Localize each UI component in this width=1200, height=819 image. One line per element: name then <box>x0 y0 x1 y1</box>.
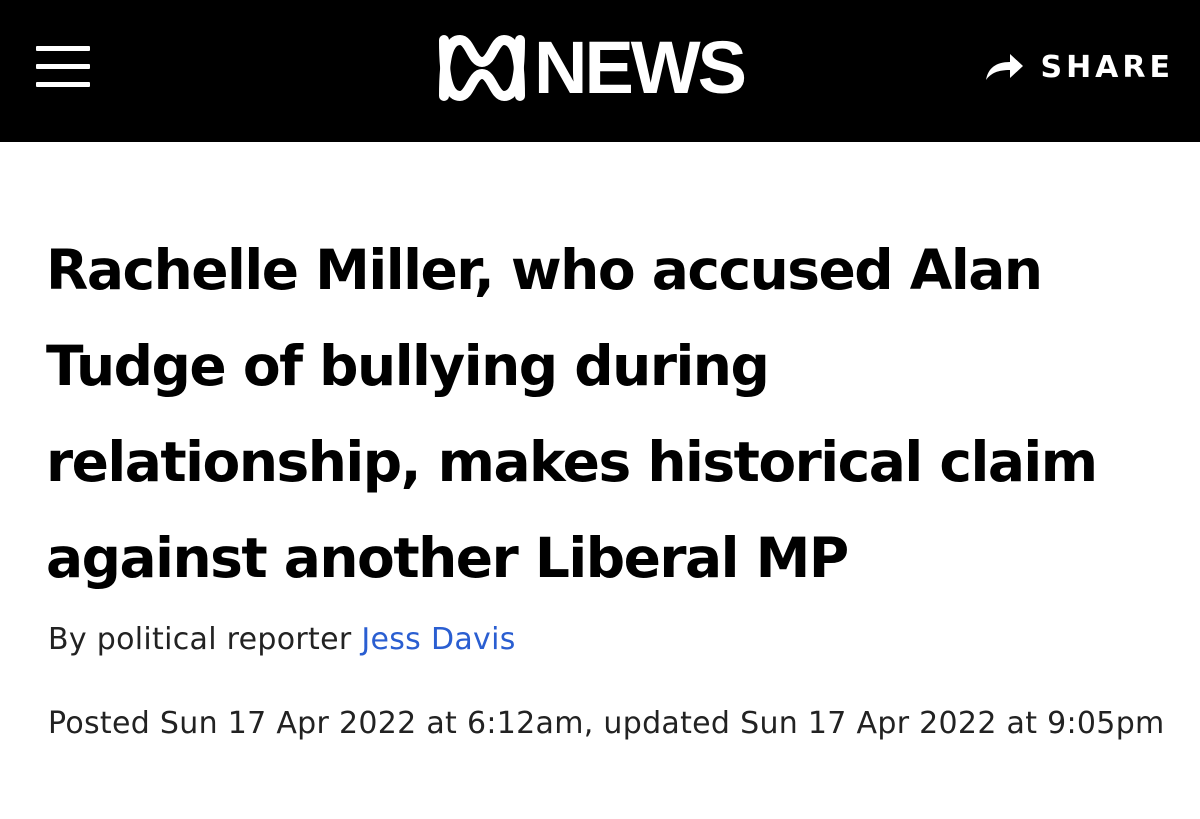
article-headline: Rachelle Miller, who accused Alan Tudge … <box>46 238 1098 590</box>
posted-label: Posted <box>48 706 151 741</box>
share-arrow-icon <box>986 54 1024 80</box>
menu-line <box>36 82 90 87</box>
menu-line <box>36 46 90 51</box>
abc-news-logo[interactable]: NEWS <box>434 26 747 109</box>
updated-label: updated <box>603 706 731 741</box>
byline-prefix: By political reporter <box>48 622 362 657</box>
abc-lissajous-logo-icon <box>439 34 525 102</box>
share-button[interactable]: SHARE <box>984 44 1174 90</box>
updated-date: Sun 17 Apr 2022 at 9:05pm <box>740 706 1165 741</box>
article-byline: By political reporter Jess Davis <box>48 622 516 657</box>
share-label: SHARE <box>1040 49 1174 85</box>
top-navigation-bar: NEWS SHARE <box>0 0 1200 142</box>
logo-news-text: NEWS <box>534 26 747 109</box>
article-dates: Posted Sun 17 Apr 2022 at 6:12am, update… <box>48 706 1165 741</box>
posted-date: Sun 17 Apr 2022 at 6:12am <box>159 706 584 741</box>
author-link[interactable]: Jess Davis <box>361 622 515 657</box>
menu-line <box>36 64 90 69</box>
hamburger-menu-icon[interactable] <box>36 46 92 90</box>
